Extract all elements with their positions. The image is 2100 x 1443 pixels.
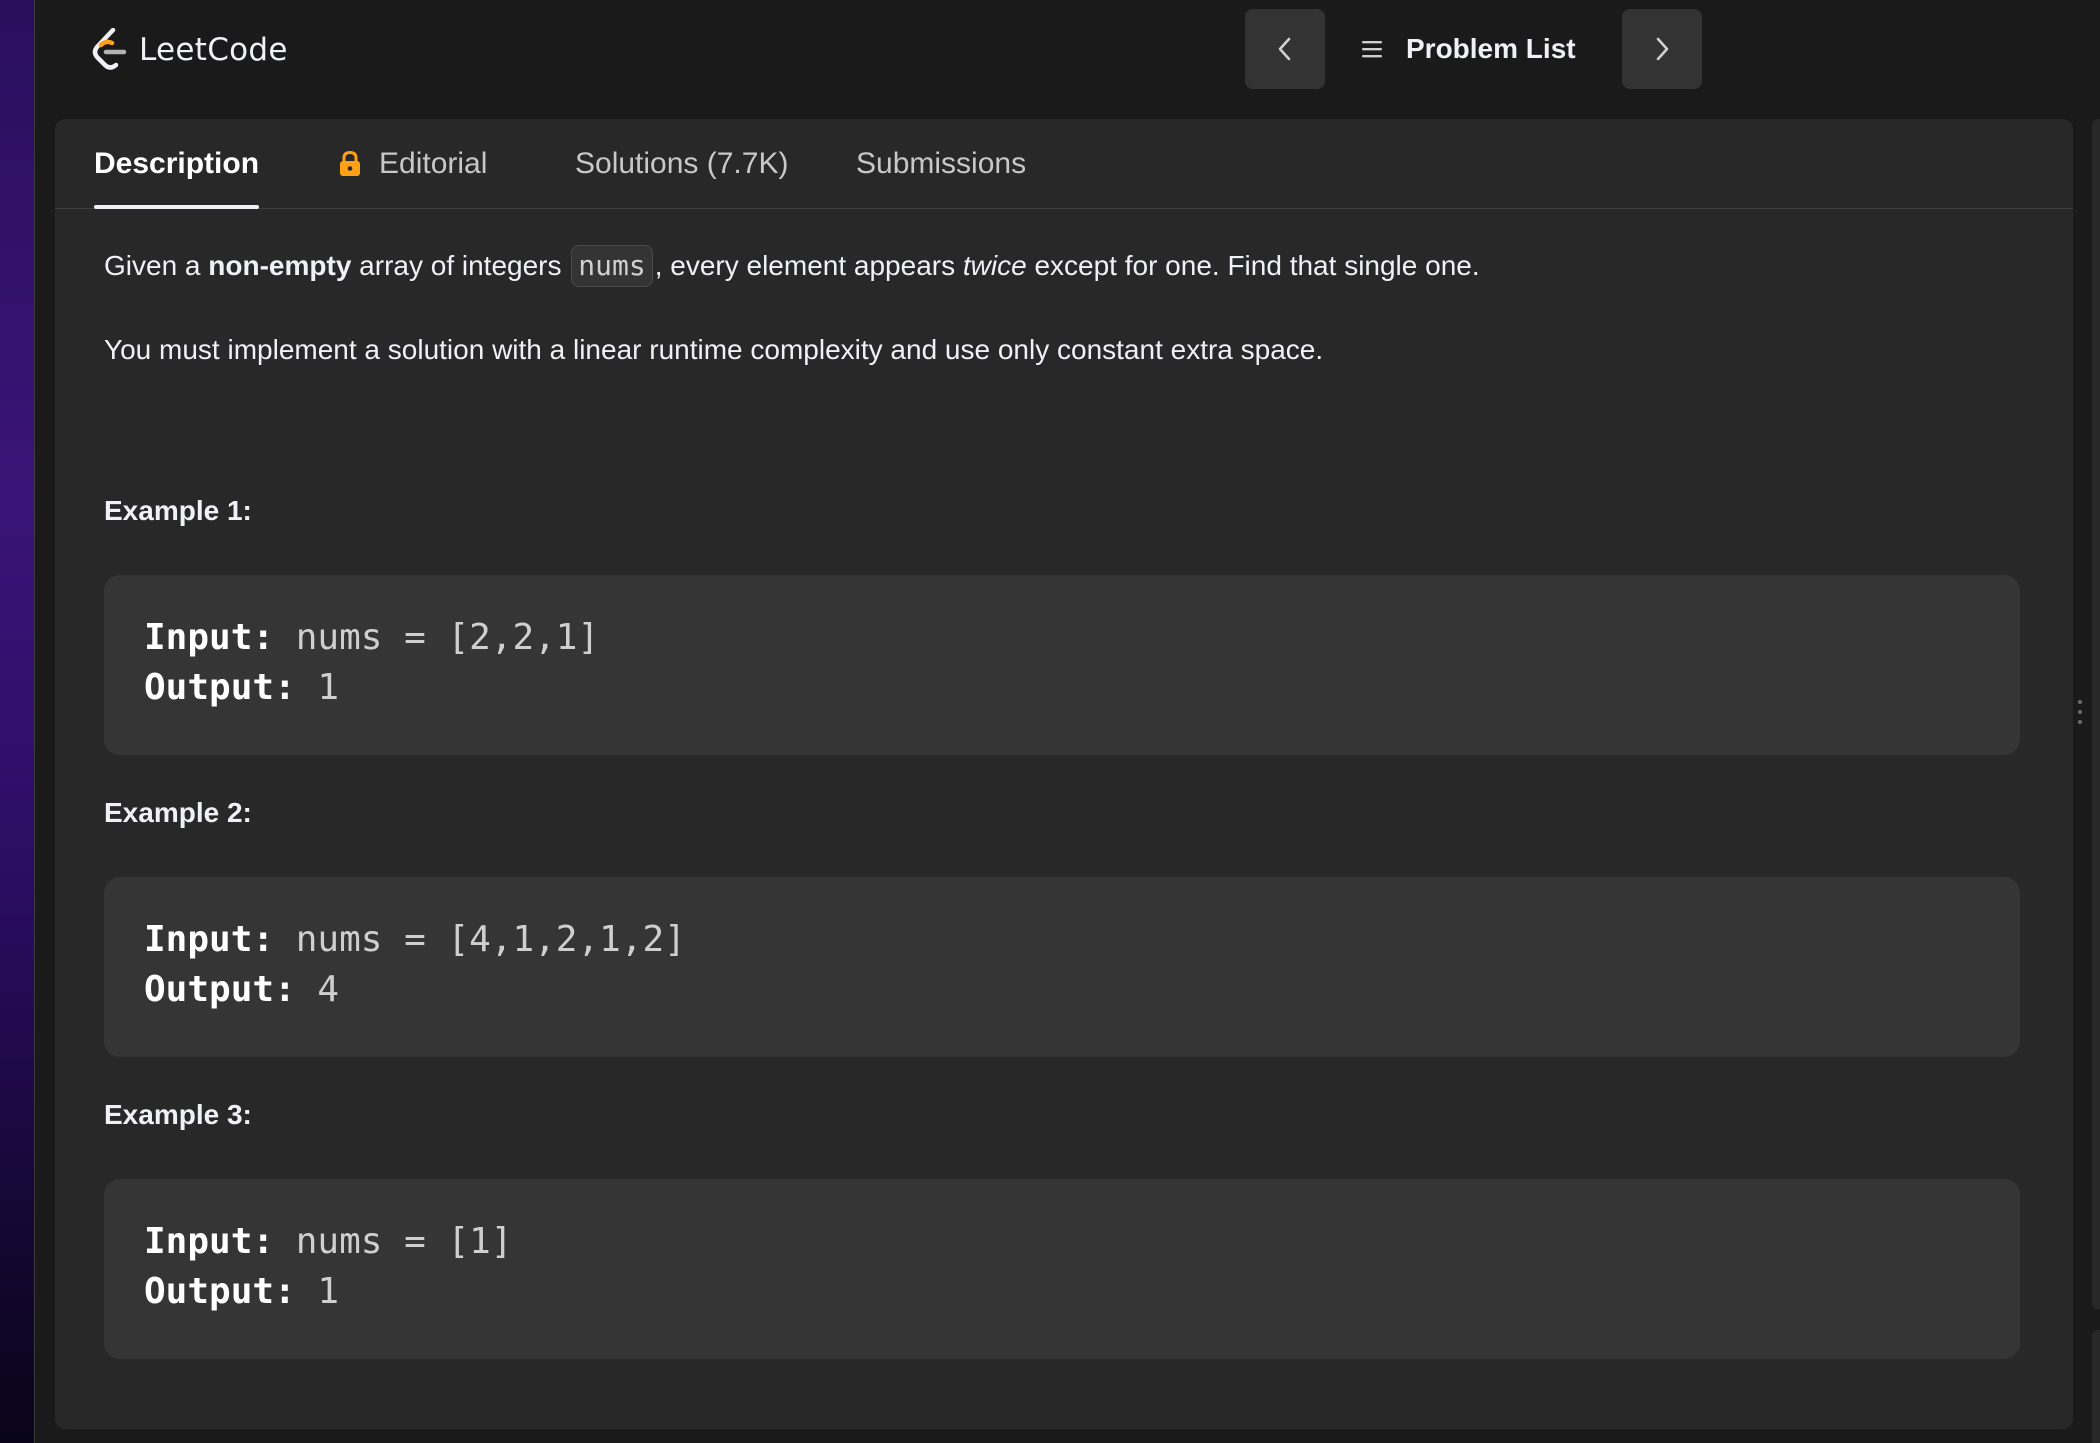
example-1-block: Input: nums = [2,2,1] Output: 1: [104, 575, 2020, 755]
output-key: Output:: [144, 667, 296, 708]
panel-tabs: Description Editorial Solutions (7.7K) S…: [55, 119, 2073, 209]
tab-solutions-label: Solutions (7.7K): [575, 146, 789, 180]
output-key: Output:: [144, 969, 296, 1010]
output-value: 1: [295, 1271, 340, 1312]
next-problem-button[interactable]: [1622, 9, 1702, 89]
input-key: Input:: [144, 919, 275, 960]
example-2-block: Input: nums = [4,1,2,1,2] Output: 4: [104, 877, 2020, 1057]
problem-panel: Description Editorial Solutions (7.7K) S…: [55, 119, 2073, 1429]
example-2-title: Example 2:: [104, 797, 252, 828]
leetcode-logo-icon: [92, 28, 127, 70]
input-key: Input:: [144, 1221, 275, 1262]
example-1-title: Example 1:: [104, 495, 252, 526]
tab-solutions[interactable]: Solutions (7.7K): [575, 119, 788, 208]
panel-resize-handle[interactable]: [2078, 700, 2084, 730]
output-key: Output:: [144, 1271, 296, 1312]
text-italic: twice: [962, 250, 1027, 281]
input-value: nums = [4,1,2,1,2]: [274, 919, 686, 960]
text-segment: Given a: [104, 250, 209, 281]
adjacent-panel-edge-lower: [2092, 1330, 2100, 1443]
output-value: 1: [295, 667, 340, 708]
inline-code-nums: nums: [571, 245, 653, 287]
chevron-left-icon: [1278, 37, 1291, 61]
problem-list-label: Problem List: [1406, 33, 1576, 64]
output-value: 4: [295, 969, 340, 1010]
text-segment: array of integers: [351, 250, 570, 281]
description-paragraph-1: Given a non-empty array of integers nums…: [104, 245, 1480, 287]
logo-text: LeetCode: [139, 32, 288, 68]
text-segment: , every element appears: [654, 250, 963, 281]
example-3-input: Input: nums = [1]: [144, 1217, 512, 1267]
example-2-output: Output: 4: [144, 965, 339, 1015]
leetcode-logo[interactable]: LeetCode: [91, 22, 288, 78]
top-navbar: LeetCode Problem List: [35, 0, 2100, 98]
problem-list-button[interactable]: Problem List: [1360, 9, 1576, 89]
prev-problem-button[interactable]: [1245, 9, 1325, 89]
description-paragraph-2: You must implement a solution with a lin…: [104, 334, 1324, 365]
example-1-output: Output: 1: [144, 663, 339, 713]
example-3-block: Input: nums = [1] Output: 1: [104, 1179, 2020, 1359]
input-value: nums = [2,2,1]: [274, 617, 600, 658]
tab-description-label: Description: [94, 146, 260, 180]
tab-editorial[interactable]: Editorial: [337, 119, 487, 208]
example-1-input: Input: nums = [2,2,1]: [144, 613, 599, 663]
browser-window: LeetCode Problem List Description Editor…: [34, 0, 2100, 1443]
adjacent-panel-edge: [2092, 119, 2100, 1309]
chevron-right-icon: [1656, 37, 1669, 61]
example-2-input: Input: nums = [4,1,2,1,2]: [144, 915, 686, 965]
input-key: Input:: [144, 617, 275, 658]
tab-submissions[interactable]: Submissions: [856, 119, 1026, 208]
input-value: nums = [1]: [274, 1221, 513, 1262]
tab-submissions-label: Submissions: [856, 146, 1027, 180]
lock-icon: [337, 150, 363, 178]
tab-description[interactable]: Description: [94, 119, 260, 209]
tab-editorial-label: Editorial: [379, 146, 488, 180]
text-bold: non-empty: [208, 250, 352, 281]
list-icon: [1362, 41, 1382, 58]
text-segment: except for one. Find that single one.: [1026, 250, 1480, 281]
example-3-output: Output: 1: [144, 1267, 339, 1317]
example-3-title: Example 3:: [104, 1099, 252, 1130]
desktop-background: [0, 0, 34, 1443]
